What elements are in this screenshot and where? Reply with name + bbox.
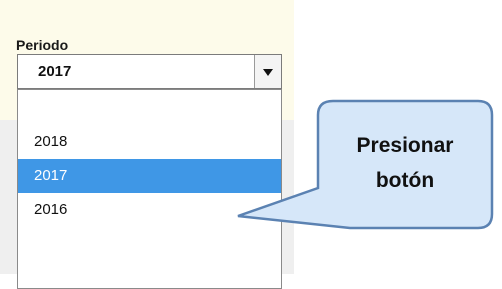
callout-line-2: botón (375, 169, 435, 192)
callout-line-1: Presionar (356, 134, 454, 157)
callout-text: Presionar botón (318, 128, 492, 198)
